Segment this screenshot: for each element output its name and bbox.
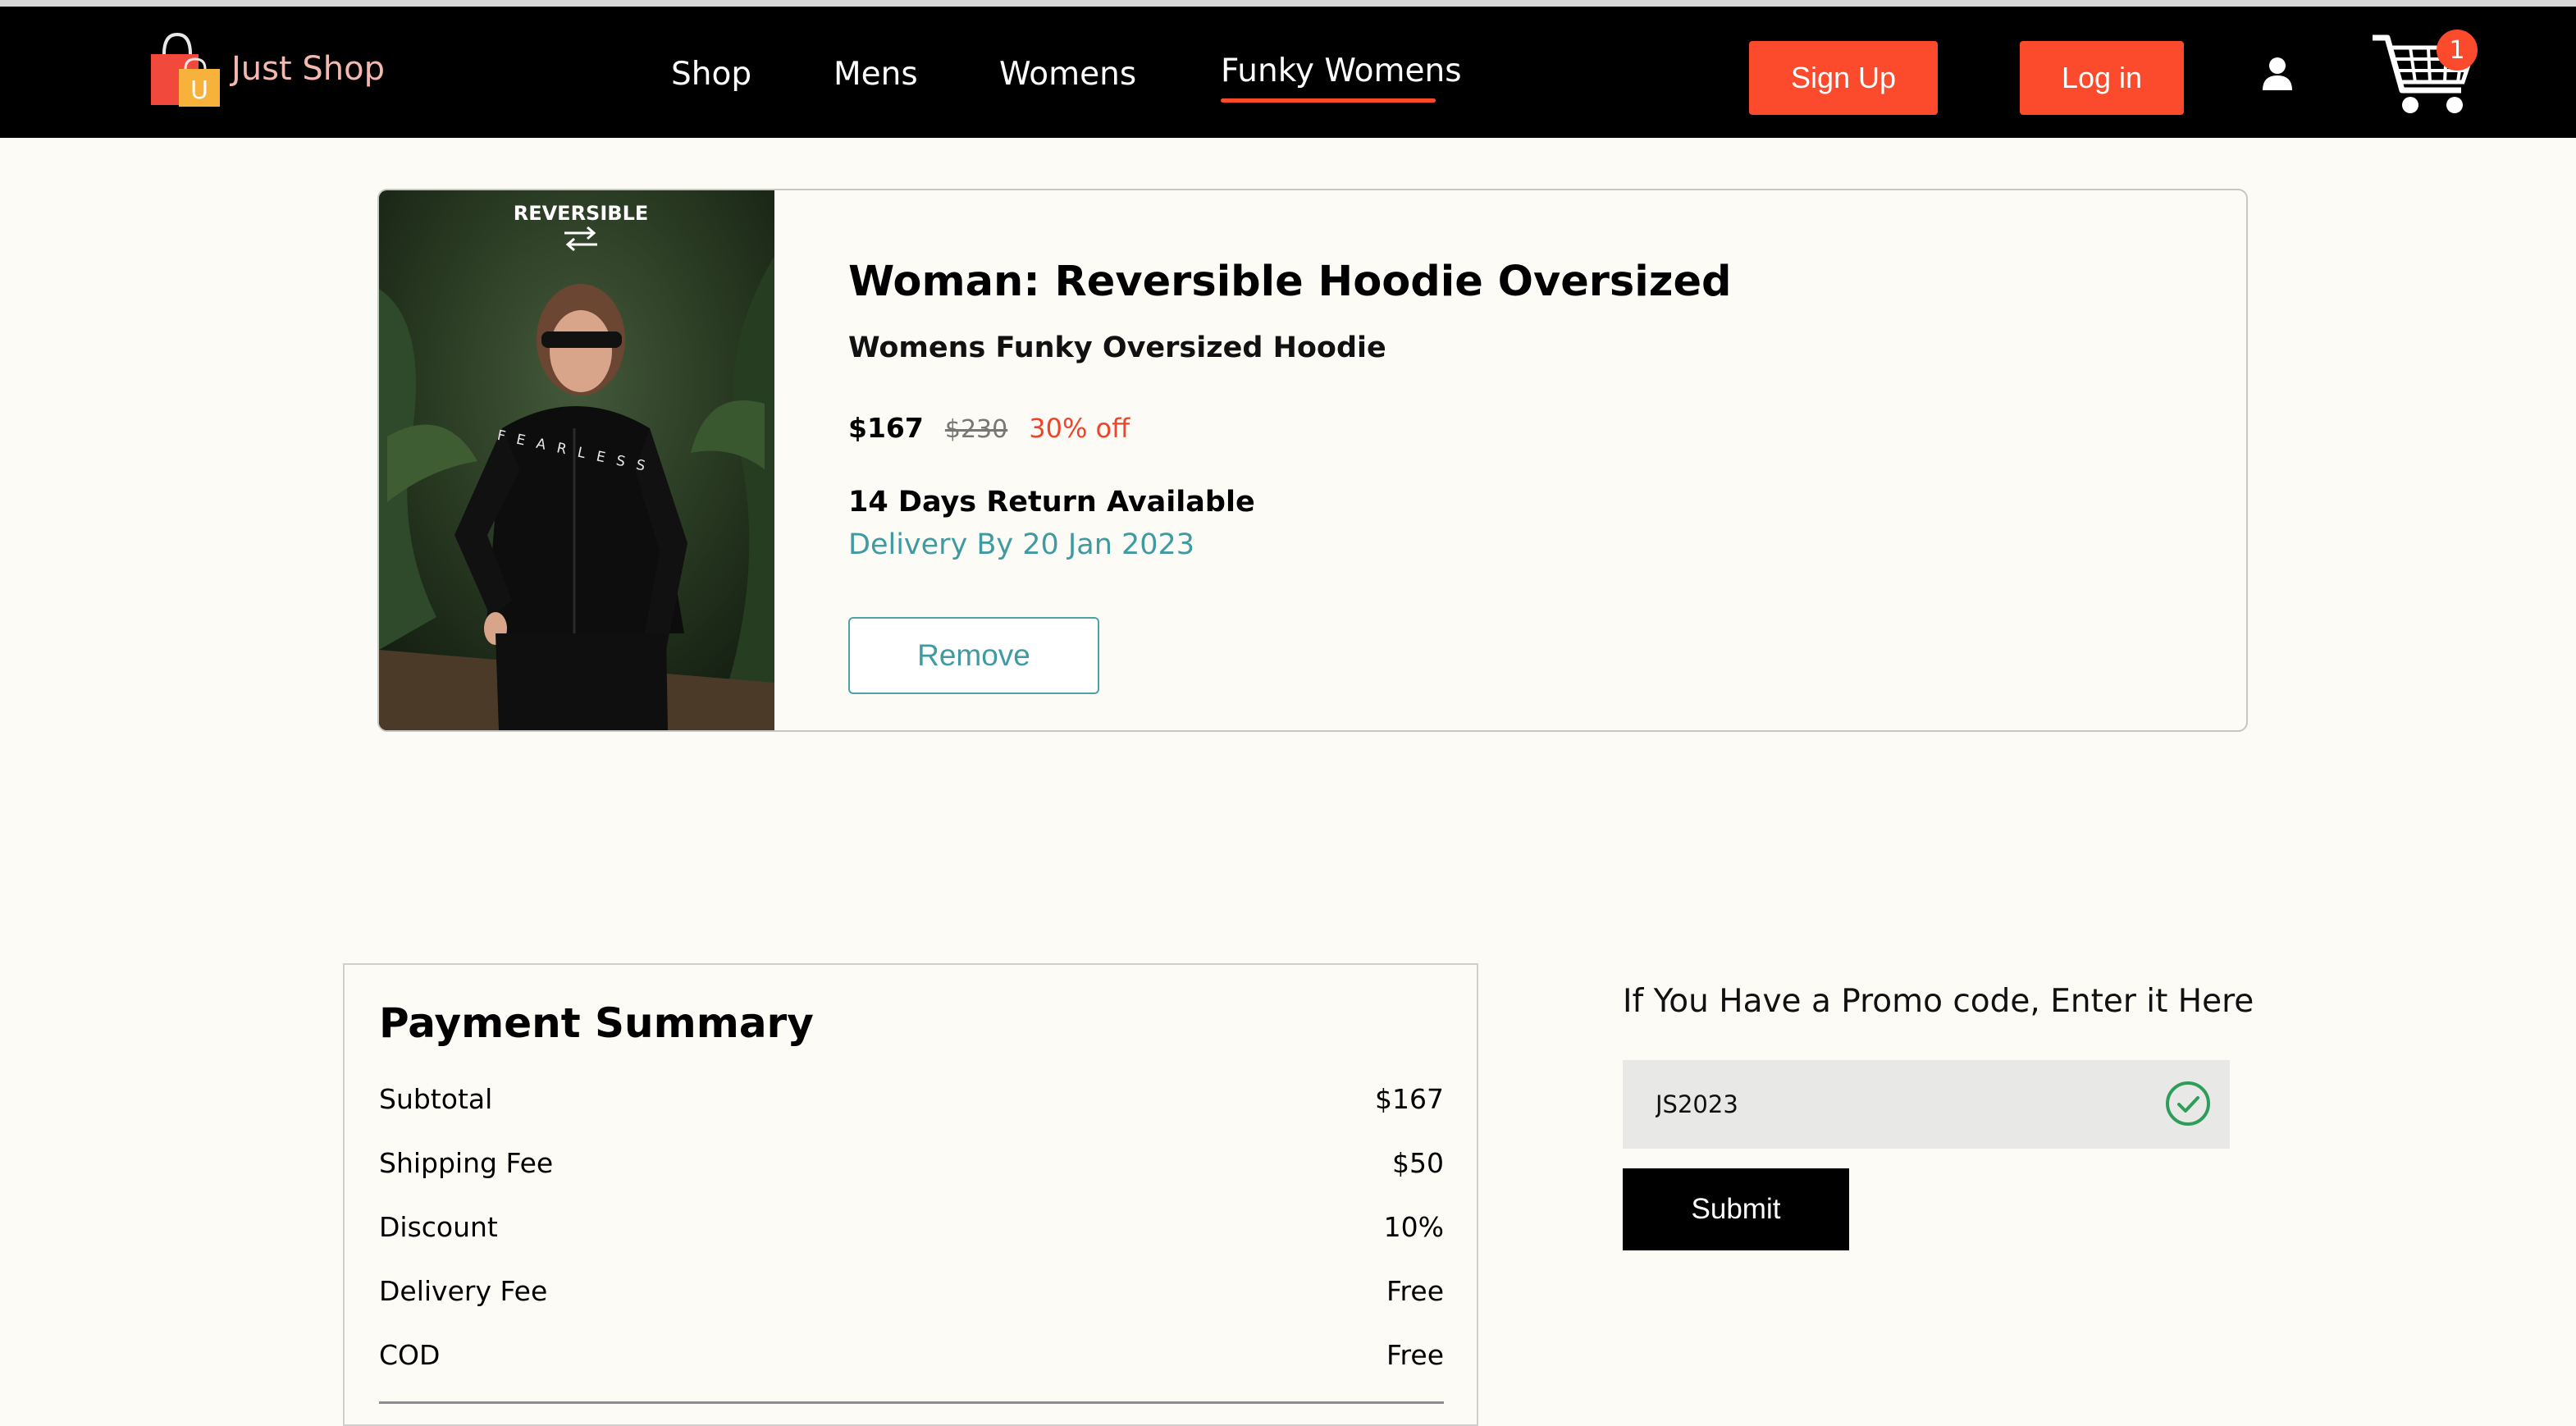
brand-name: Just Shop	[231, 50, 385, 88]
summary-row-delivery-fee: Delivery Fee Free	[379, 1275, 1444, 1316]
summary-row-shipping: Shipping Fee $50	[379, 1147, 1444, 1188]
delivery-date: Delivery By 20 Jan 2023	[848, 528, 1195, 561]
return-policy: 14 Days Return Available	[848, 486, 1255, 519]
payment-summary-title: Payment Summary	[379, 999, 814, 1047]
check-circle-icon	[2166, 1081, 2210, 1126]
summary-value: $167	[1375, 1083, 1444, 1115]
sign-up-button[interactable]: Sign Up	[1749, 41, 1938, 115]
summary-value: 10%	[1383, 1211, 1444, 1243]
promo-code-label: If You Have a Promo code, Enter it Here	[1623, 983, 2254, 1020]
payment-summary-panel: Payment Summary Subtotal $167 Shipping F…	[343, 963, 1478, 1426]
promo-code-input[interactable]	[1656, 1083, 2115, 1126]
remove-button[interactable]: Remove	[848, 617, 1099, 694]
summary-value: Free	[1386, 1339, 1444, 1371]
reversible-tag: REVERSIBLE	[514, 202, 649, 225]
nav-link-mens[interactable]: Mens	[834, 51, 918, 98]
browser-top-strip	[0, 0, 2576, 7]
summary-row-subtotal: Subtotal $167	[379, 1083, 1444, 1124]
nav-link-funky-womens[interactable]: Funky Womens	[1221, 48, 1462, 95]
summary-row-discount: Discount 10%	[379, 1211, 1444, 1252]
logo-letter: U	[190, 76, 208, 105]
summary-divider	[379, 1401, 1444, 1404]
summary-value: Free	[1386, 1275, 1444, 1307]
current-price: $167	[848, 412, 924, 444]
brand-logo[interactable]: U Just Shop	[146, 30, 385, 108]
product-image[interactable]: FEARLESS REVERSIBLE	[379, 190, 774, 730]
discount-percent: 30% off	[1029, 413, 1130, 444]
top-navbar: U Just Shop Shop Mens Womens Funky Women…	[0, 7, 2576, 138]
user-icon[interactable]	[2261, 56, 2294, 92]
log-in-button[interactable]: Log in	[2020, 41, 2184, 115]
price-row: $167 $230 30% off	[848, 412, 1130, 444]
nav-link-womens[interactable]: Womens	[999, 51, 1136, 98]
summary-row-cod: COD Free	[379, 1339, 1444, 1380]
original-price: $230	[944, 415, 1008, 444]
summary-label: Discount	[379, 1211, 498, 1243]
summary-label: COD	[379, 1339, 441, 1371]
shopping-bag-logo-icon: U	[151, 32, 220, 107]
summary-label: Subtotal	[379, 1083, 493, 1115]
nav-link-shop[interactable]: Shop	[671, 51, 751, 98]
product-subtitle: Womens Funky Oversized Hoodie	[848, 331, 1386, 364]
product-title: Woman: Reversible Hoodie Oversized	[848, 258, 1732, 306]
submit-promo-button[interactable]: Submit	[1623, 1168, 1849, 1250]
promo-code-field	[1623, 1060, 2230, 1149]
summary-label: Shipping Fee	[379, 1147, 554, 1179]
active-nav-underline	[1221, 98, 1436, 103]
cart-count-badge: 1	[2437, 30, 2478, 71]
summary-value: $50	[1392, 1147, 1444, 1179]
product-photo-illustration: FEARLESS REVERSIBLE	[379, 190, 774, 730]
cart-item-card: FEARLESS REVERSIBLE Woman: Reversible Ho…	[377, 189, 2248, 732]
summary-label: Delivery Fee	[379, 1275, 548, 1307]
